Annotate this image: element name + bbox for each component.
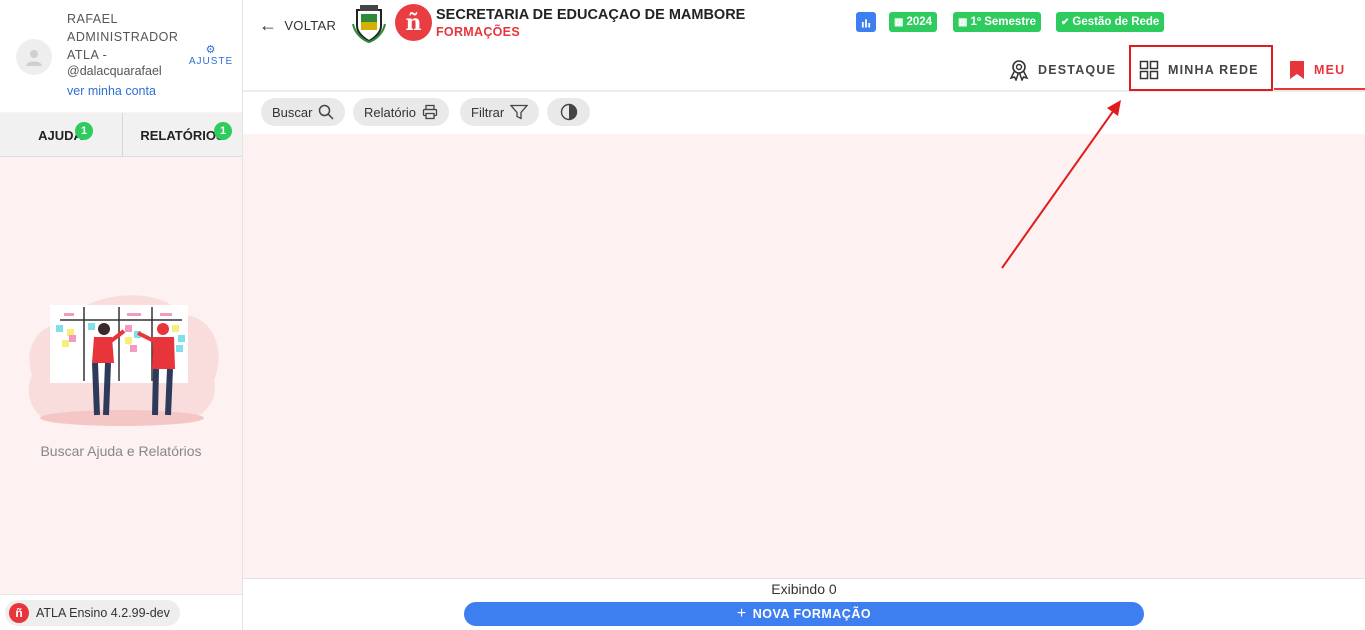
- content-area: [243, 134, 1365, 578]
- contrast-icon: [560, 103, 577, 121]
- toolbar: Buscar Relatório Filtrar: [243, 92, 1365, 134]
- adjust-label: AJUSTE: [188, 56, 234, 67]
- reports-count-badge: 1: [214, 122, 232, 140]
- version-pill[interactable]: ñ ATLA Ensino 4.2.99-dev: [5, 600, 180, 626]
- active-tab-indicator: [1274, 88, 1365, 90]
- award-icon: [1009, 60, 1029, 81]
- user-panel: RAFAEL ADMINISTRADOR ATLA - @dalacquaraf…: [0, 0, 242, 112]
- user-handle: @dalacquarafael: [67, 64, 162, 78]
- sidebar: RAFAEL ADMINISTRADOR ATLA - @dalacquaraf…: [0, 0, 243, 630]
- role-chip[interactable]: ✔ Gestão de Rede: [1056, 12, 1165, 32]
- theme-toggle-button[interactable]: [547, 98, 590, 126]
- search-icon: [319, 104, 334, 120]
- filter-button[interactable]: Filtrar: [460, 98, 540, 126]
- version-label: ATLA Ensino 4.2.99-dev: [36, 606, 170, 620]
- tab-mine-label: MEU: [1314, 63, 1346, 77]
- avatar[interactable]: [16, 39, 52, 75]
- calendar-icon: ▦: [958, 16, 968, 28]
- filter-icon: [510, 104, 529, 120]
- report-button[interactable]: Relatório: [353, 98, 450, 126]
- gear-icon: ⚙: [205, 44, 217, 56]
- new-training-label: NOVA FORMAÇÃO: [752, 607, 872, 621]
- atla-logo: ñ: [395, 4, 432, 41]
- year-chip[interactable]: ▦ 2024: [889, 12, 938, 32]
- plus-icon: +: [736, 605, 747, 622]
- printer-icon: [422, 104, 438, 120]
- footer: Exibindo 0 + NOVA FORMAÇÃO: [243, 578, 1365, 630]
- sidebar-tabs: AJUDA 1 RELATÓRIOS 1: [0, 113, 242, 157]
- year-chip-label: 2024: [906, 16, 933, 28]
- search-button[interactable]: Buscar: [261, 98, 346, 126]
- tab-highlight[interactable]: DESTAQUE: [1009, 52, 1116, 88]
- report-label: Relatório: [364, 104, 417, 120]
- sidebar-footer: ñ ATLA Ensino 4.2.99-dev: [0, 594, 242, 630]
- header: ← VOLTAR ñ SECRETARIA DE EDUCAÇAO DE MAM…: [243, 0, 1365, 92]
- tab-my-network-label: MINHA REDE: [1168, 63, 1259, 77]
- grid-icon: [1139, 60, 1159, 80]
- back-button[interactable]: ← VOLTAR: [259, 14, 336, 36]
- adjust-button[interactable]: ⚙ AJUSTE: [188, 44, 234, 67]
- bookmark-icon: [1290, 61, 1304, 79]
- tab-my-network[interactable]: MINHA REDE: [1139, 52, 1259, 88]
- empty-state-illustration: [28, 295, 219, 426]
- org-title: SECRETARIA DE EDUCAÇAO DE MAMBORE: [436, 7, 746, 23]
- atla-logo-icon: ñ: [9, 603, 29, 623]
- module-title: FORMAÇÕES: [436, 25, 520, 39]
- search-label: Buscar: [272, 104, 313, 120]
- view-account-link[interactable]: ver minha conta: [67, 84, 156, 98]
- sidebar-empty-text: Buscar Ajuda e Relatórios: [40, 443, 202, 459]
- filter-label: Filtrar: [471, 104, 505, 120]
- back-label: VOLTAR: [284, 17, 337, 33]
- calendar-icon: ▦: [894, 16, 904, 28]
- tab-help[interactable]: AJUDA 1: [0, 113, 121, 157]
- stats-chip[interactable]: [856, 12, 876, 32]
- role-chip-label: Gestão de Rede: [1072, 16, 1160, 28]
- semester-chip-label: 1º Semestre: [970, 16, 1037, 28]
- help-count-badge: 1: [75, 122, 93, 140]
- bar-chart-icon: [861, 18, 871, 27]
- check-circle-icon: ✔: [1061, 16, 1070, 28]
- semester-chip[interactable]: ▦ 1º Semestre: [953, 12, 1042, 32]
- tab-reports-label: RELATÓRIOS: [140, 127, 225, 143]
- result-count: Exibindo 0: [771, 581, 837, 597]
- tab-mine[interactable]: MEU: [1289, 52, 1345, 88]
- municipal-crest-icon: [352, 5, 386, 44]
- new-training-button[interactable]: + NOVA FORMAÇÃO: [464, 602, 1144, 626]
- tab-highlight-label: DESTAQUE: [1038, 63, 1117, 77]
- user-icon: [26, 50, 42, 66]
- tab-reports[interactable]: RELATÓRIOS 1: [122, 113, 242, 157]
- user-name: RAFAEL ADMINISTRADOR ATLA -: [67, 12, 179, 62]
- arrow-left-icon: ←: [259, 14, 278, 35]
